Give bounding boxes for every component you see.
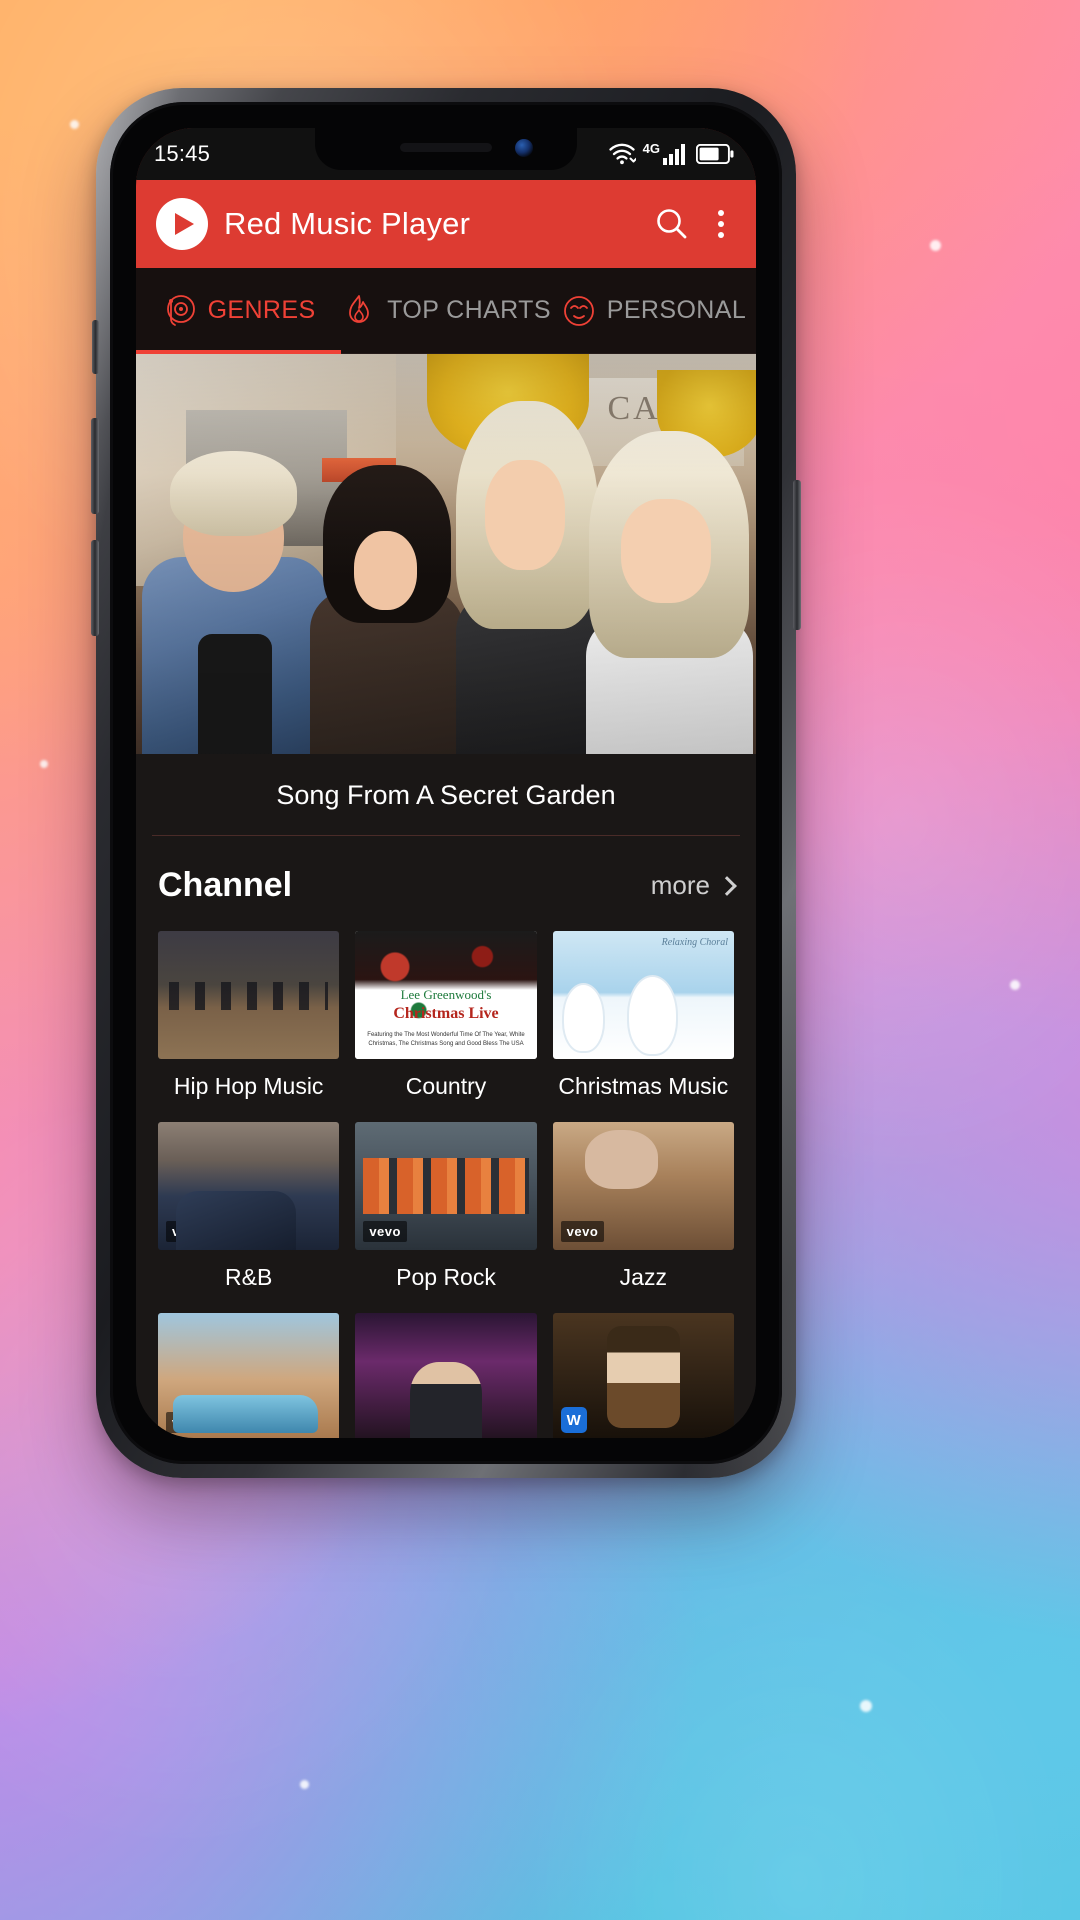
channel-item-label: Christmas Music [558,1073,729,1099]
channel-thumbnail: Relaxing Choral [552,931,734,1059]
channel-item-label: R&B [225,1264,273,1290]
channel-section: Channel more Hip Hop Music Lee Greenwood… [136,836,756,1438]
status-bar-left: 15:45 [154,141,210,167]
sparkle-icon [1010,980,1020,990]
wifi-icon [608,143,636,165]
vevo-badge-icon: vevo [166,1221,210,1242]
volume-down-button[interactable] [91,540,99,636]
photo-person-face [484,459,566,570]
device-notch [315,128,577,170]
status-bar-right: 4G [608,140,734,165]
thumbnail-text-line1: Lee Greenwood's [400,987,492,1003]
channel-item-hip-hop-music[interactable]: Hip Hop Music [158,931,340,1100]
sparkle-icon [860,1700,872,1712]
play-circle-icon [156,198,208,250]
sparkle-icon [40,760,48,768]
flame-icon [349,294,370,323]
channel-header: Channel more [158,866,737,931]
network-type-label: 4G [642,140,660,156]
sparkle-icon [70,120,79,129]
volume-up-button[interactable] [91,418,99,514]
channel-item-label: Country [405,1073,487,1099]
channel-item-pop-rock[interactable]: vevo Pop Rock [355,1122,537,1291]
featured-photo: CAFE [136,354,756,754]
power-button[interactable] [793,480,801,630]
photo-person-face [620,499,711,603]
play-triangle-icon [175,213,194,235]
vinyl-record-icon [166,294,195,326]
channel-thumbnail: vevo [552,1122,734,1250]
channel-item-label: Hip Hop Music [173,1073,324,1099]
chevron-right-icon [717,875,737,896]
featured-section: CAFE [136,354,756,836]
channel-item-row3-2[interactable] [355,1313,537,1438]
front-camera [515,139,533,157]
channel-thumbnail: vevo [355,1122,537,1250]
vevo-badge-icon: vevo [560,1221,605,1242]
featured-title: Song From A Secret Garden [136,754,756,835]
thumbnail-text-line3: Featuring the The Most Wonderful Time Of… [367,1031,525,1047]
channel-thumbnail: Lee Greenwood's Christmas Live Featuring… [355,931,537,1059]
channel-item-row3-3[interactable]: W [552,1313,734,1438]
tab-top-charts-label: TOP CHARTS [387,296,551,324]
channel-more-link[interactable]: more [650,870,737,901]
channel-title: Channel [158,866,293,904]
tab-genres[interactable]: GENRES [136,268,342,354]
app-bar: Red Music Player [136,128,756,268]
channel-item-country[interactable]: Lee Greenwood's Christmas Live Featuring… [355,931,537,1100]
channel-more-label: more [650,870,710,900]
tab-personal-label: PERSONAL [606,296,747,324]
phone-bezel: 15:45 4G Red Music Player GENRES TOP CHA… [110,102,782,1464]
channel-item-label: Pop Rock [396,1264,496,1290]
search-icon [657,209,687,239]
tab-genres-label: GENRES [207,296,316,324]
featured-image[interactable]: CAFE [136,354,756,754]
photo-person-face [353,530,418,610]
tab-bar: GENRES TOP CHARTS PERSONAL [136,268,756,354]
tab-top-charts[interactable]: TOP CHARTS [341,268,551,353]
battery-icon [696,144,734,164]
more-vertical-icon-dot [718,232,724,238]
channel-thumbnail [355,1313,537,1438]
warner-bros-badge-icon: W [560,1407,587,1433]
smiley-face-icon [563,295,594,326]
search-button[interactable] [652,204,692,244]
signal-bars-icon [663,144,685,165]
sparkle-icon [930,240,941,251]
vevo-badge-icon: vevo [166,1412,210,1433]
more-vertical-icon-dot [718,221,724,227]
channel-grid: Hip Hop Music Lee Greenwood's Christmas … [158,931,734,1438]
tab-personal[interactable]: PERSONAL [551,268,756,353]
status-bar: 15:45 4G [136,128,756,180]
channel-thumbnail: vevo [158,1122,340,1250]
vevo-badge-icon: vevo [363,1221,407,1242]
thumbnail-text-line2: Christmas Live [393,1005,499,1023]
channel-thumbnail [158,931,340,1059]
earpiece-speaker [400,143,492,152]
channel-thumbnail: vevo [158,1313,340,1438]
channel-item-jazz[interactable]: vevo Jazz [552,1122,734,1291]
status-time: 15:45 [154,141,211,166]
phone-screen: 15:45 4G Red Music Player GENRES TOP CHA… [136,128,756,1438]
channel-thumbnail: W [552,1313,734,1438]
sparkle-icon [300,1780,309,1789]
mute-switch[interactable] [92,320,99,374]
channel-item-rnb[interactable]: vevo R&B [158,1122,340,1291]
channel-item-label: Jazz [619,1264,667,1290]
app-title: Red Music Player [224,206,471,241]
channel-item-row3-1[interactable]: vevo [158,1313,340,1438]
thumbnail-art-label: Relaxing Choral [661,937,728,948]
more-vertical-icon-dot [718,210,724,216]
channel-item-christmas-music[interactable]: Relaxing Choral Christmas Music [552,931,734,1100]
overflow-menu-button[interactable] [708,204,734,244]
phone-device-mockup: 15:45 4G Red Music Player GENRES TOP CHA… [91,88,801,1478]
